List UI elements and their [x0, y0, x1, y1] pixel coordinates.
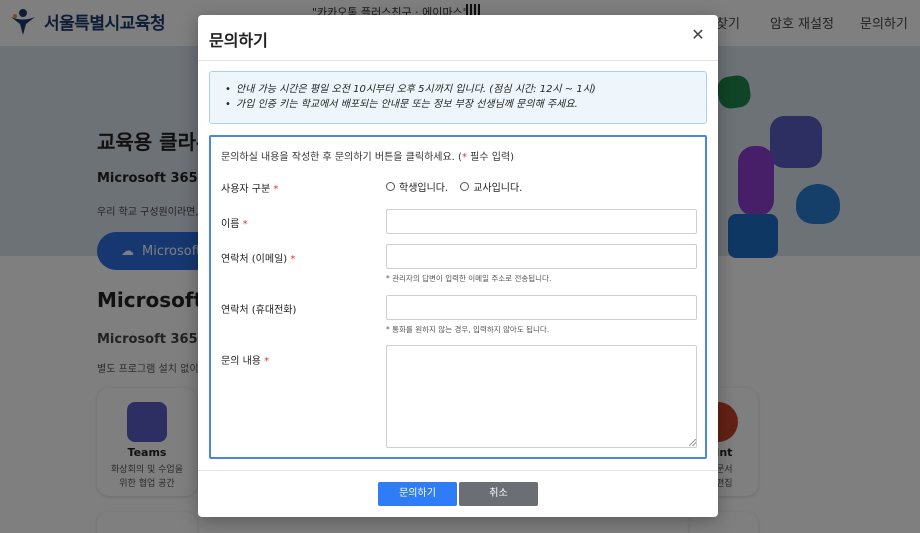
user-type-label-text: 사용자 구분	[221, 184, 271, 195]
notice-item: 안내 가능 시간은 평일 오전 10시부터 오후 5시까지 입니다. (점심 시…	[225, 82, 706, 97]
resize-handle-icon[interactable]	[689, 439, 696, 446]
email-label: 연락처 (이메일) *	[221, 250, 295, 265]
form-intro-text: 문의하실 내용을 작성한 후 문의하기 버튼을 클릭하세요. (	[221, 152, 462, 163]
required-mark: *	[242, 219, 248, 230]
user-type-radio-group: 학생입니다. 교사입니다.	[386, 179, 530, 194]
user-type-label: 사용자 구분 *	[221, 180, 278, 195]
modal-header: 문의하기 ✕	[198, 15, 718, 61]
email-input[interactable]	[386, 244, 697, 269]
submit-button[interactable]: 문의하기	[378, 482, 457, 506]
modal-title: 문의하기	[209, 31, 268, 50]
phone-label-text: 연락처 (휴대전화)	[221, 305, 297, 316]
required-mark: *	[290, 254, 296, 265]
notice-box: 안내 가능 시간은 평일 오전 10시부터 오후 5시까지 입니다. (점심 시…	[209, 71, 707, 124]
notice-item: 가입 인증 키는 학교에서 배포되는 안내문 또는 정보 부장 선생님께 문의해…	[225, 97, 706, 112]
email-hint: * 관리자의 답변이 입력한 이메일 주소로 전송됩니다.	[386, 274, 552, 283]
content-label: 문의 내용 *	[221, 352, 269, 367]
name-label-text: 이름	[221, 219, 240, 230]
inquiry-form: 문의하실 내용을 작성한 후 문의하기 버튼을 클릭하세요. (* 필수 입력)…	[209, 135, 707, 459]
name-input[interactable]	[386, 209, 697, 234]
teacher-radio-label[interactable]: 교사입니다.	[473, 179, 522, 194]
cancel-button[interactable]: 취소	[459, 482, 538, 506]
phone-input[interactable]	[386, 295, 697, 320]
close-icon[interactable]: ✕	[688, 25, 708, 45]
form-intro: 문의하실 내용을 작성한 후 문의하기 버튼을 클릭하세요. (* 필수 입력)	[221, 148, 514, 163]
phone-label: 연락처 (휴대전화)	[221, 301, 296, 316]
email-label-text: 연락처 (이메일)	[221, 254, 288, 265]
student-radio[interactable]	[386, 182, 395, 191]
inquiry-modal: 문의하기 ✕ 안내 가능 시간은 평일 오전 10시부터 오후 5시까지 입니다…	[198, 15, 718, 517]
content-label-text: 문의 내용	[221, 356, 261, 367]
phone-hint: * 통화를 원하지 않는 경우, 입력하지 않아도 됩니다.	[386, 325, 550, 334]
content-textarea[interactable]	[386, 345, 697, 448]
required-mark: *	[264, 356, 270, 367]
modal-footer: 문의하기 취소	[198, 470, 718, 517]
required-mark: *	[273, 184, 279, 195]
form-intro-suffix: 필수 입력)	[466, 152, 514, 163]
teacher-radio[interactable]	[460, 182, 470, 191]
student-radio-label[interactable]: 학생입니다.	[399, 179, 448, 194]
name-label: 이름 *	[221, 215, 248, 230]
